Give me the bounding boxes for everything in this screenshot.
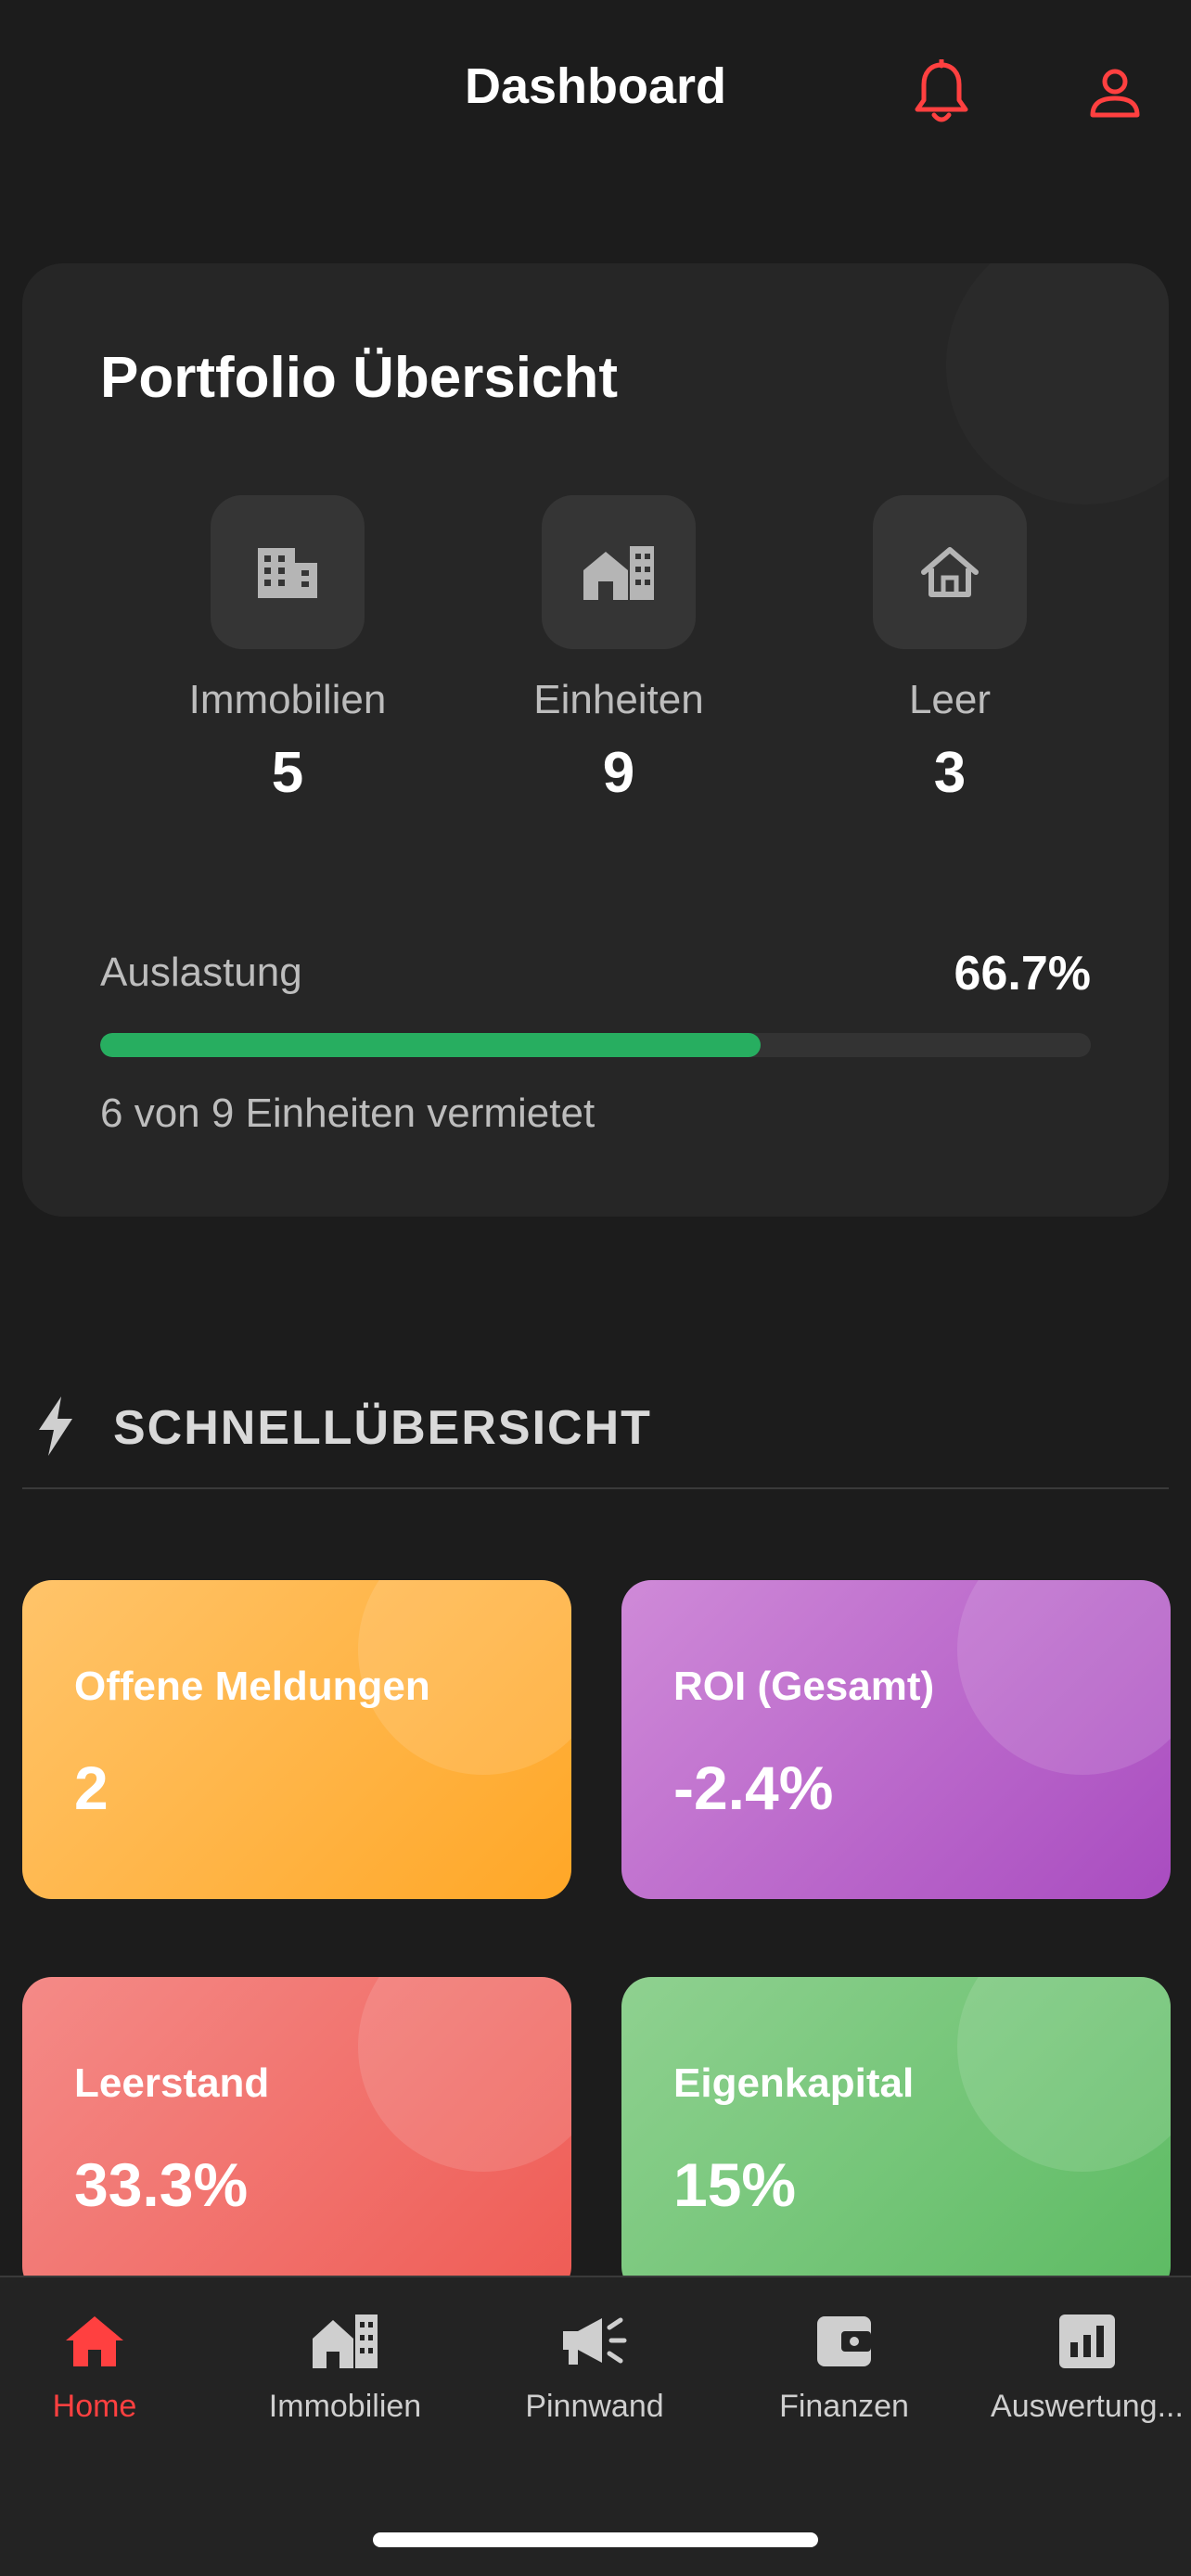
wallet-icon bbox=[725, 2307, 963, 2376]
tab-label: Immobilien bbox=[268, 2389, 422, 2424]
portfolio-title: Portfolio Übersicht bbox=[100, 346, 619, 410]
home-icon bbox=[0, 2307, 213, 2376]
card-value: 15% bbox=[673, 2150, 797, 2219]
megaphone-icon bbox=[476, 2307, 713, 2376]
card-label: Offene Meldungen bbox=[74, 1664, 430, 1709]
tab-label: Home bbox=[52, 2389, 137, 2424]
stat-vacant[interactable]: Leer 3 bbox=[811, 495, 1089, 806]
vacancy-card[interactable]: Leerstand 33.3% bbox=[22, 1977, 571, 2296]
units-icon bbox=[542, 495, 696, 649]
stat-units[interactable]: Einheiten 9 bbox=[480, 495, 758, 806]
dashboard-screen: Dashboard Portfolio Übersicht Immobilien… bbox=[0, 0, 1191, 2576]
top-header: Dashboard bbox=[0, 0, 1191, 185]
stat-label: Immobilien bbox=[188, 677, 387, 722]
section-title: SCHNELLÜBERSICHT bbox=[113, 1401, 652, 1455]
tab-label: Auswertung... bbox=[991, 2389, 1184, 2424]
bottom-tab-bar: Home Immobilien Pinnwand Finanzen Auswer… bbox=[0, 2276, 1191, 2576]
decorative-circle bbox=[957, 1977, 1171, 2172]
building-icon bbox=[226, 2307, 464, 2376]
stat-label: Leer bbox=[908, 677, 992, 722]
tab-label: Finanzen bbox=[779, 2389, 909, 2424]
occupancy-label: Auslastung bbox=[100, 950, 302, 995]
occupancy-value: 66.7% bbox=[954, 947, 1091, 1001]
bell-icon[interactable] bbox=[904, 56, 979, 130]
lightning-icon bbox=[33, 1395, 78, 1462]
home-indicator bbox=[373, 2532, 818, 2547]
roi-card[interactable]: ROI (Gesamt) -2.4% bbox=[621, 1580, 1171, 1899]
occupancy-progress-bar bbox=[100, 1033, 1091, 1057]
building-icon bbox=[211, 495, 365, 649]
section-divider bbox=[22, 1487, 1169, 1489]
stat-value: 3 bbox=[933, 741, 967, 805]
card-value: -2.4% bbox=[673, 1753, 834, 1822]
tab-label: Pinnwand bbox=[525, 2389, 664, 2424]
occupancy-progress-fill bbox=[100, 1033, 762, 1057]
card-label: ROI (Gesamt) bbox=[673, 1664, 935, 1709]
tab-auswertung[interactable]: Auswertung... bbox=[976, 2307, 1191, 2425]
analytics-icon bbox=[976, 2307, 1191, 2376]
portfolio-overview-card: Portfolio Übersicht Immobilien 5 Einheit… bbox=[22, 263, 1169, 1217]
equity-card[interactable]: Eigenkapital 15% bbox=[621, 1977, 1171, 2296]
decorative-circle bbox=[946, 263, 1169, 504]
card-label: Eigenkapital bbox=[673, 2060, 915, 2106]
decorative-circle bbox=[358, 1977, 571, 2172]
quick-overview-header: SCHNELLÜBERSICHT bbox=[22, 1391, 1169, 1465]
page-title: Dashboard bbox=[464, 58, 727, 114]
open-reports-card[interactable]: Offene Meldungen 2 bbox=[22, 1580, 571, 1899]
card-value: 2 bbox=[74, 1753, 109, 1822]
stat-value: 5 bbox=[271, 741, 304, 805]
stat-value: 9 bbox=[602, 741, 635, 805]
user-icon[interactable] bbox=[1078, 56, 1152, 130]
card-value: 33.3% bbox=[74, 2150, 249, 2219]
tab-home[interactable]: Home bbox=[0, 2307, 213, 2425]
tab-pinnwand[interactable]: Pinnwand bbox=[476, 2307, 713, 2425]
decorative-circle bbox=[957, 1580, 1171, 1775]
stat-properties[interactable]: Immobilien 5 bbox=[148, 495, 427, 806]
stat-label: Einheiten bbox=[533, 677, 704, 722]
tab-immobilien[interactable]: Immobilien bbox=[226, 2307, 464, 2425]
tab-finanzen[interactable]: Finanzen bbox=[725, 2307, 963, 2425]
occupancy-subtitle: 6 von 9 Einheiten vermietet bbox=[100, 1090, 596, 1136]
card-label: Leerstand bbox=[74, 2060, 270, 2106]
home-outline-icon bbox=[873, 495, 1027, 649]
